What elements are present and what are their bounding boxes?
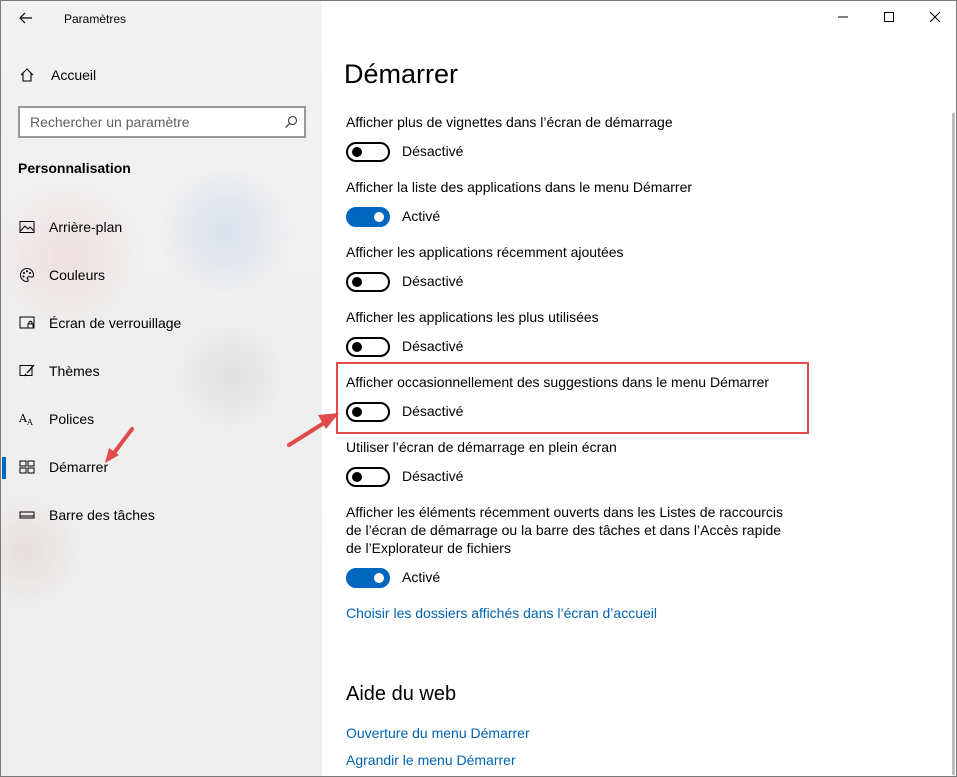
- settings-window: Paramètres Accueil Personnalisation Arri…: [0, 0, 957, 777]
- toggle-switch[interactable]: [346, 207, 390, 227]
- maximize-icon: [884, 12, 894, 22]
- sidebar-item-lock-screen[interactable]: Écran de verrouillage: [1, 299, 322, 347]
- sidebar-item-colors[interactable]: Couleurs: [1, 251, 322, 299]
- minimize-icon: [838, 16, 848, 18]
- toggle-state: Activé: [402, 208, 441, 224]
- maximize-button[interactable]: [866, 1, 912, 33]
- sidebar-item-themes[interactable]: Thèmes: [1, 347, 322, 395]
- toggle-switch[interactable]: [346, 568, 390, 588]
- lock-screen-icon: [19, 316, 35, 329]
- search-icon[interactable]: [284, 115, 298, 129]
- sidebar-item-taskbar[interactable]: Barre des tâches: [1, 491, 322, 539]
- sidebar-item-label: Thèmes: [49, 363, 100, 379]
- toggle-state: Désactivé: [402, 338, 464, 354]
- back-arrow-icon: [19, 12, 32, 24]
- sidebar-item-label: Polices: [49, 411, 95, 427]
- choose-folders-link[interactable]: Choisir les dossiers affichés dans l’écr…: [346, 605, 657, 621]
- setting-more-tiles: Afficher plus de vignettes dans l’écran …: [346, 113, 806, 164]
- sidebar-nav: Arrière-plan Couleurs Écran de verrouill…: [1, 203, 322, 539]
- toggle-state: Désactivé: [402, 143, 464, 159]
- sidebar-item-label: Barre des tâches: [49, 507, 155, 523]
- setting-recent-items: Afficher les éléments récemment ouverts …: [346, 503, 786, 590]
- minimize-button[interactable]: [820, 1, 866, 33]
- setting-description: Afficher les applications récemment ajou…: [346, 244, 624, 260]
- annotation-highlight-box: [336, 362, 809, 434]
- annotation-arrow-icon: [105, 427, 134, 463]
- close-button[interactable]: [912, 1, 956, 33]
- svg-text:A: A: [26, 418, 33, 427]
- taskbar-icon: [19, 511, 35, 519]
- window-title: Paramètres: [64, 12, 127, 26]
- palette-icon: [20, 267, 35, 283]
- sidebar-item-start[interactable]: Démarrer: [1, 443, 322, 491]
- sidebar-item-background[interactable]: Arrière-plan: [1, 203, 322, 251]
- close-icon: [930, 12, 940, 22]
- page-title: Démarrer: [344, 59, 459, 89]
- home-icon: [20, 68, 34, 82]
- sidebar-item-home[interactable]: Accueil: [1, 59, 322, 91]
- toggle-switch[interactable]: [346, 272, 390, 292]
- setting-description: Utiliser l’écran de démarrage en plein é…: [346, 439, 617, 455]
- toggle-state: Désactivé: [402, 468, 464, 484]
- setting-app-list: Afficher la liste des applications dans …: [346, 178, 806, 229]
- active-indicator: [2, 457, 6, 479]
- help-link-enlarge-start[interactable]: Agrandir le menu Démarrer: [346, 752, 516, 768]
- toggle-switch[interactable]: [346, 467, 390, 487]
- sidebar: Paramètres Accueil Personnalisation Arri…: [1, 1, 322, 776]
- search-box[interactable]: [18, 106, 306, 138]
- start-grid-icon: [19, 460, 35, 474]
- window-controls: [820, 1, 956, 33]
- sidebar-item-label: Arrière-plan: [49, 219, 123, 235]
- search-input[interactable]: [20, 108, 270, 136]
- setting-recent-apps: Afficher les applications récemment ajou…: [346, 243, 806, 294]
- sidebar-item-fonts[interactable]: A A Polices: [1, 395, 322, 443]
- setting-full-screen: Utiliser l’écran de démarrage en plein é…: [346, 438, 806, 489]
- annotation-arrow-icon: [287, 413, 339, 447]
- setting-description: Afficher les éléments récemment ouverts …: [346, 504, 784, 556]
- web-help-title: Aide du web: [346, 683, 457, 705]
- sidebar-item-label: Écran de verrouillage: [49, 315, 182, 331]
- toggle-switch[interactable]: [346, 142, 390, 162]
- setting-description: Afficher la liste des applications dans …: [346, 179, 693, 195]
- toggle-state: Désactivé: [402, 273, 464, 289]
- toggle-switch[interactable]: [346, 337, 390, 357]
- section-title: Personnalisation: [18, 160, 131, 176]
- font-icon: A A: [19, 412, 33, 427]
- setting-description: Afficher les applications les plus utili…: [346, 309, 599, 325]
- back-button[interactable]: [11, 5, 41, 31]
- theme-brush-icon: [19, 364, 35, 377]
- sidebar-item-label: Couleurs: [49, 267, 106, 283]
- setting-most-used: Afficher les applications les plus utili…: [346, 308, 806, 359]
- toggle-state: Activé: [402, 569, 441, 585]
- home-label: Accueil: [51, 67, 97, 83]
- setting-description: Afficher plus de vignettes dans l’écran …: [346, 114, 673, 130]
- scrollbar[interactable]: [952, 113, 955, 775]
- image-icon: [19, 221, 35, 233]
- help-link-open-start[interactable]: Ouverture du menu Démarrer: [346, 725, 530, 741]
